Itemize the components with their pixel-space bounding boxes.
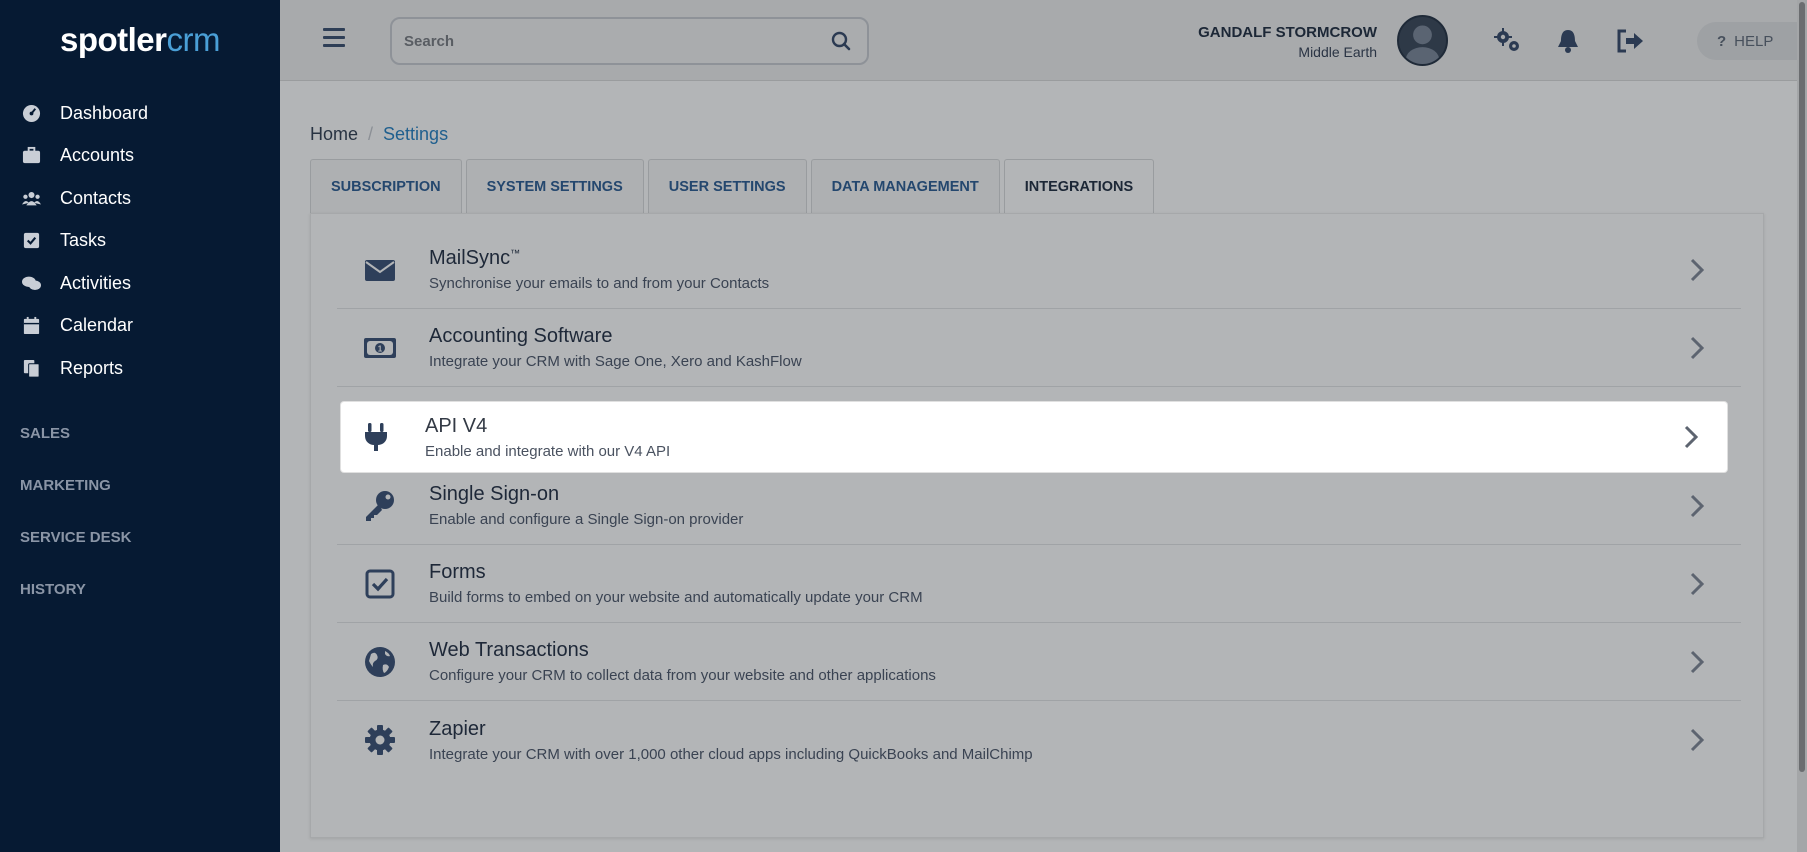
comments-icon: [20, 272, 42, 294]
sidebar-item-contacts[interactable]: Contacts: [0, 177, 280, 220]
chevron-right-icon: [1687, 571, 1707, 597]
sidebar-item-label: Calendar: [60, 315, 134, 336]
search-box: [390, 17, 869, 65]
integration-row-forms[interactable]: Forms Build forms to embed on your websi…: [337, 545, 1741, 623]
chevron-right-icon: [1687, 493, 1707, 519]
brand-name-part2: crm: [166, 21, 221, 58]
sidebar-section-service-desk[interactable]: SERVICE DESK: [0, 512, 280, 564]
tab-subscription[interactable]: SUBSCRIPTION: [310, 159, 462, 213]
sidebar-item-dashboard[interactable]: Dashboard: [0, 92, 280, 135]
sidebar-item-label: Dashboard: [60, 102, 149, 123]
brand-logo[interactable]: spotler crm: [0, 0, 280, 80]
breadcrumb-separator: /: [368, 124, 374, 144]
integration-title: MailSync™: [429, 247, 521, 269]
chevron-right-icon: [1687, 649, 1707, 675]
sidebar-section-marketing[interactable]: MARKETING: [0, 460, 280, 512]
sidebar-item-activities[interactable]: Activities: [0, 262, 280, 305]
check-square-icon: [359, 563, 401, 605]
sidebar: spotler crm Dashboard Accounts Contacts T…: [0, 0, 280, 852]
sidebar-nav: Dashboard Accounts Contacts Tasks Activi…: [0, 92, 280, 390]
sidebar-section-history[interactable]: HISTORY: [0, 564, 280, 616]
breadcrumb: Home / Settings: [310, 124, 448, 145]
top-bar: GANDALF STORMCROW Middle Earth ? HELP: [280, 0, 1807, 81]
user-location: Middle Earth: [1298, 44, 1377, 60]
user-info[interactable]: GANDALF STORMCROW Middle Earth: [1198, 24, 1377, 60]
integration-title: API V4: [425, 414, 488, 437]
settings-tabs: SUBSCRIPTION SYSTEM SETTINGS USER SETTIN…: [310, 159, 1155, 214]
sidebar-item-accounts[interactable]: Accounts: [0, 135, 280, 178]
svg-text:1: 1: [378, 344, 383, 353]
money-bill-icon: 1: [359, 327, 401, 369]
integration-row-zapier[interactable]: Zapier Integrate your CRM with over 1,00…: [337, 701, 1741, 779]
question-icon: ?: [1717, 32, 1727, 50]
tab-user-settings[interactable]: USER SETTINGS: [647, 159, 807, 213]
key-icon: [359, 485, 401, 527]
integration-title: Web Transactions: [429, 639, 589, 661]
page-scrollbar[interactable]: [1797, 0, 1807, 852]
integration-title: Accounting Software: [429, 325, 613, 347]
integration-row-accounting-software[interactable]: 1 Accounting Software Integrate your CRM…: [337, 309, 1741, 387]
tab-system-settings[interactable]: SYSTEM SETTINGS: [465, 159, 644, 213]
chevron-right-icon: [1687, 257, 1707, 283]
hamburger-menu-icon[interactable]: [323, 28, 345, 48]
help-button[interactable]: ? HELP: [1697, 22, 1807, 60]
integration-description: Integrate your CRM with Sage One, Xero a…: [429, 353, 802, 370]
plug-icon: [355, 416, 397, 458]
integration-row-mailsync[interactable]: MailSync™ Synchronise your emails to and…: [337, 231, 1741, 309]
integration-row-single-sign-on[interactable]: Single Sign-on Enable and configure a Si…: [337, 467, 1741, 545]
sidebar-item-label: Accounts: [60, 145, 135, 166]
users-icon: [20, 187, 42, 209]
avatar[interactable]: [1397, 15, 1448, 66]
dashboard-icon: [20, 102, 42, 124]
chevron-right-icon: [1681, 424, 1701, 450]
sidebar-item-reports[interactable]: Reports: [0, 347, 280, 390]
gear-icon: [359, 719, 401, 761]
integration-description: Configure your CRM to collect data from …: [429, 667, 936, 684]
scrollbar-thumb[interactable]: [1799, 2, 1805, 772]
logout-icon[interactable]: [1616, 28, 1644, 54]
integration-row-web-transactions[interactable]: Web Transactions Configure your CRM to c…: [337, 623, 1741, 701]
integration-title: Single Sign-on: [429, 483, 560, 505]
chevron-right-icon: [1687, 727, 1707, 753]
settings-gears-icon[interactable]: [1494, 28, 1522, 54]
breadcrumb-current[interactable]: Settings: [383, 124, 448, 145]
chevron-right-icon: [1687, 335, 1707, 361]
sidebar-item-tasks[interactable]: Tasks: [0, 220, 280, 263]
integration-description: Build forms to embed on your website and…: [429, 589, 923, 606]
integration-description: Enable and integrate with our V4 API: [425, 442, 671, 460]
globe-icon: [359, 641, 401, 683]
tab-integrations[interactable]: INTEGRATIONS: [1003, 159, 1155, 214]
user-name: GANDALF STORMCROW: [1198, 24, 1377, 41]
search-icon[interactable]: [831, 31, 851, 51]
briefcase-icon: [20, 145, 42, 167]
breadcrumb-home[interactable]: Home: [310, 124, 358, 145]
brand-name-part1: spotler: [59, 21, 167, 58]
integration-row-api-v4[interactable]: API V4 Enable and integrate with our V4 …: [341, 402, 1727, 472]
checkbox-icon: [20, 230, 42, 252]
integration-title: Forms: [429, 561, 486, 583]
sidebar-item-label: Activities: [60, 272, 132, 293]
envelope-icon: [359, 249, 401, 291]
integration-description: Enable and configure a Single Sign-on pr…: [429, 511, 744, 528]
tab-data-management[interactable]: DATA MANAGEMENT: [810, 159, 1000, 213]
calendar-icon: [20, 315, 42, 337]
integration-title: Zapier: [429, 717, 486, 740]
integration-description: Synchronise your emails to and from your…: [429, 275, 770, 292]
help-label: HELP: [1734, 32, 1774, 50]
integrations-panel: MailSync™ Synchronise your emails to and…: [310, 213, 1764, 838]
sidebar-item-label: Tasks: [60, 230, 107, 251]
sidebar-section-sales[interactable]: SALES: [0, 408, 280, 460]
trademark-mark: ™: [510, 248, 521, 260]
sidebar-item-calendar[interactable]: Calendar: [0, 305, 280, 348]
sidebar-item-label: Contacts: [60, 187, 132, 208]
integration-description: Integrate your CRM with over 1,000 other…: [429, 745, 1033, 763]
search-input[interactable]: [392, 19, 831, 63]
sidebar-item-label: Reports: [60, 357, 124, 378]
copy-icon: [20, 357, 42, 379]
bell-icon[interactable]: [1557, 28, 1579, 54]
